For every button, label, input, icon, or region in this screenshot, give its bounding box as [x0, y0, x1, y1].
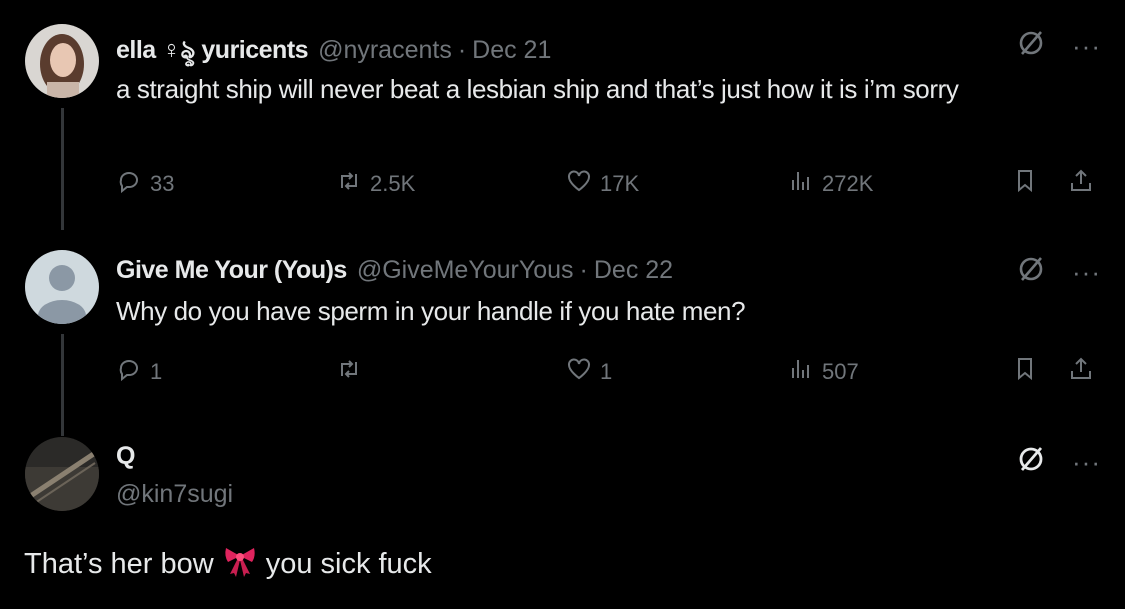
user-handle[interactable]: @nyracents [318, 36, 452, 65]
share-button[interactable] [1068, 356, 1094, 388]
display-name[interactable]: Q [116, 442, 135, 471]
reply-text-after: you sick fuck [265, 547, 432, 580]
share-icon [1068, 356, 1094, 388]
reply-handle-row: @kin7sugi [116, 480, 233, 509]
reply-text-before: That’s her bow [24, 547, 214, 580]
views-button[interactable]: 272K [788, 168, 873, 200]
share-icon [1068, 168, 1094, 200]
reply-button[interactable]: 1 [116, 356, 162, 388]
reply-count: 1 [150, 359, 163, 384]
views-icon [788, 356, 814, 388]
heart-icon [566, 168, 592, 200]
bookmark-button[interactable] [1012, 168, 1038, 200]
bookmark-icon [1012, 356, 1038, 388]
repost-button[interactable] [336, 356, 370, 388]
heart-icon [566, 356, 592, 388]
views-button[interactable]: 507 [788, 356, 859, 388]
tweet-header: ella ♀︎ৡ yuricents @nyracents · Dec 21 [116, 30, 551, 73]
repost-icon [336, 356, 362, 388]
bookmark-button[interactable] [1012, 356, 1038, 388]
more-options-icon[interactable]: ··· [1072, 33, 1101, 59]
reply-count: 33 [150, 171, 175, 196]
views-icon [788, 168, 814, 200]
avatar-q[interactable] [25, 437, 99, 511]
ribbon-icon [222, 542, 258, 586]
repost-icon [336, 168, 362, 200]
display-name[interactable]: ella ♀︎ৡ yuricents [116, 30, 309, 73]
reply-header: Q [116, 442, 135, 471]
tweet-header: Give Me Your (You)s @GiveMeYourYous · De… [116, 256, 673, 285]
more-options-icon[interactable]: ··· [1072, 259, 1101, 285]
reply-icon [116, 168, 142, 200]
tweet-date[interactable]: Dec 22 [594, 256, 673, 285]
views-count: 507 [822, 359, 859, 384]
tweet-text: Why do you have sperm in your handle if … [116, 296, 746, 326]
tweet-actions: 33 2.5K 17K 272K [0, 168, 1125, 204]
views-count: 272K [822, 171, 874, 196]
more-options-icon[interactable]: ··· [1072, 449, 1101, 475]
user-handle[interactable]: @kin7sugi [116, 480, 233, 509]
separator-dot: · [457, 36, 467, 64]
tweet-date[interactable]: Dec 21 [472, 36, 551, 65]
reply-button[interactable]: 33 [116, 168, 174, 200]
reply-text: That’s her bow you sick fuck [24, 542, 432, 586]
tweet-text: a straight ship will never beat a lesbia… [116, 74, 959, 104]
separator-dot: · [579, 256, 588, 284]
grok-icon[interactable] [1016, 28, 1046, 63]
like-count: 17K [600, 171, 640, 196]
share-button[interactable] [1068, 168, 1094, 200]
grok-icon[interactable] [1016, 444, 1046, 479]
avatar-ella[interactable] [25, 24, 99, 98]
avatar-default[interactable] [25, 250, 99, 324]
user-handle[interactable]: @GiveMeYourYous [357, 256, 574, 285]
bookmark-icon [1012, 168, 1038, 200]
like-button[interactable]: 17K [566, 168, 639, 200]
grok-icon[interactable] [1016, 254, 1046, 289]
display-name[interactable]: Give Me Your (You)s [116, 256, 347, 285]
reply-icon [116, 356, 142, 388]
like-count: 1 [600, 359, 613, 384]
like-button[interactable]: 1 [566, 356, 612, 388]
tweet-actions: 1 1 507 [0, 356, 1125, 392]
repost-button[interactable]: 2.5K [336, 168, 415, 200]
repost-count: 2.5K [370, 171, 416, 196]
